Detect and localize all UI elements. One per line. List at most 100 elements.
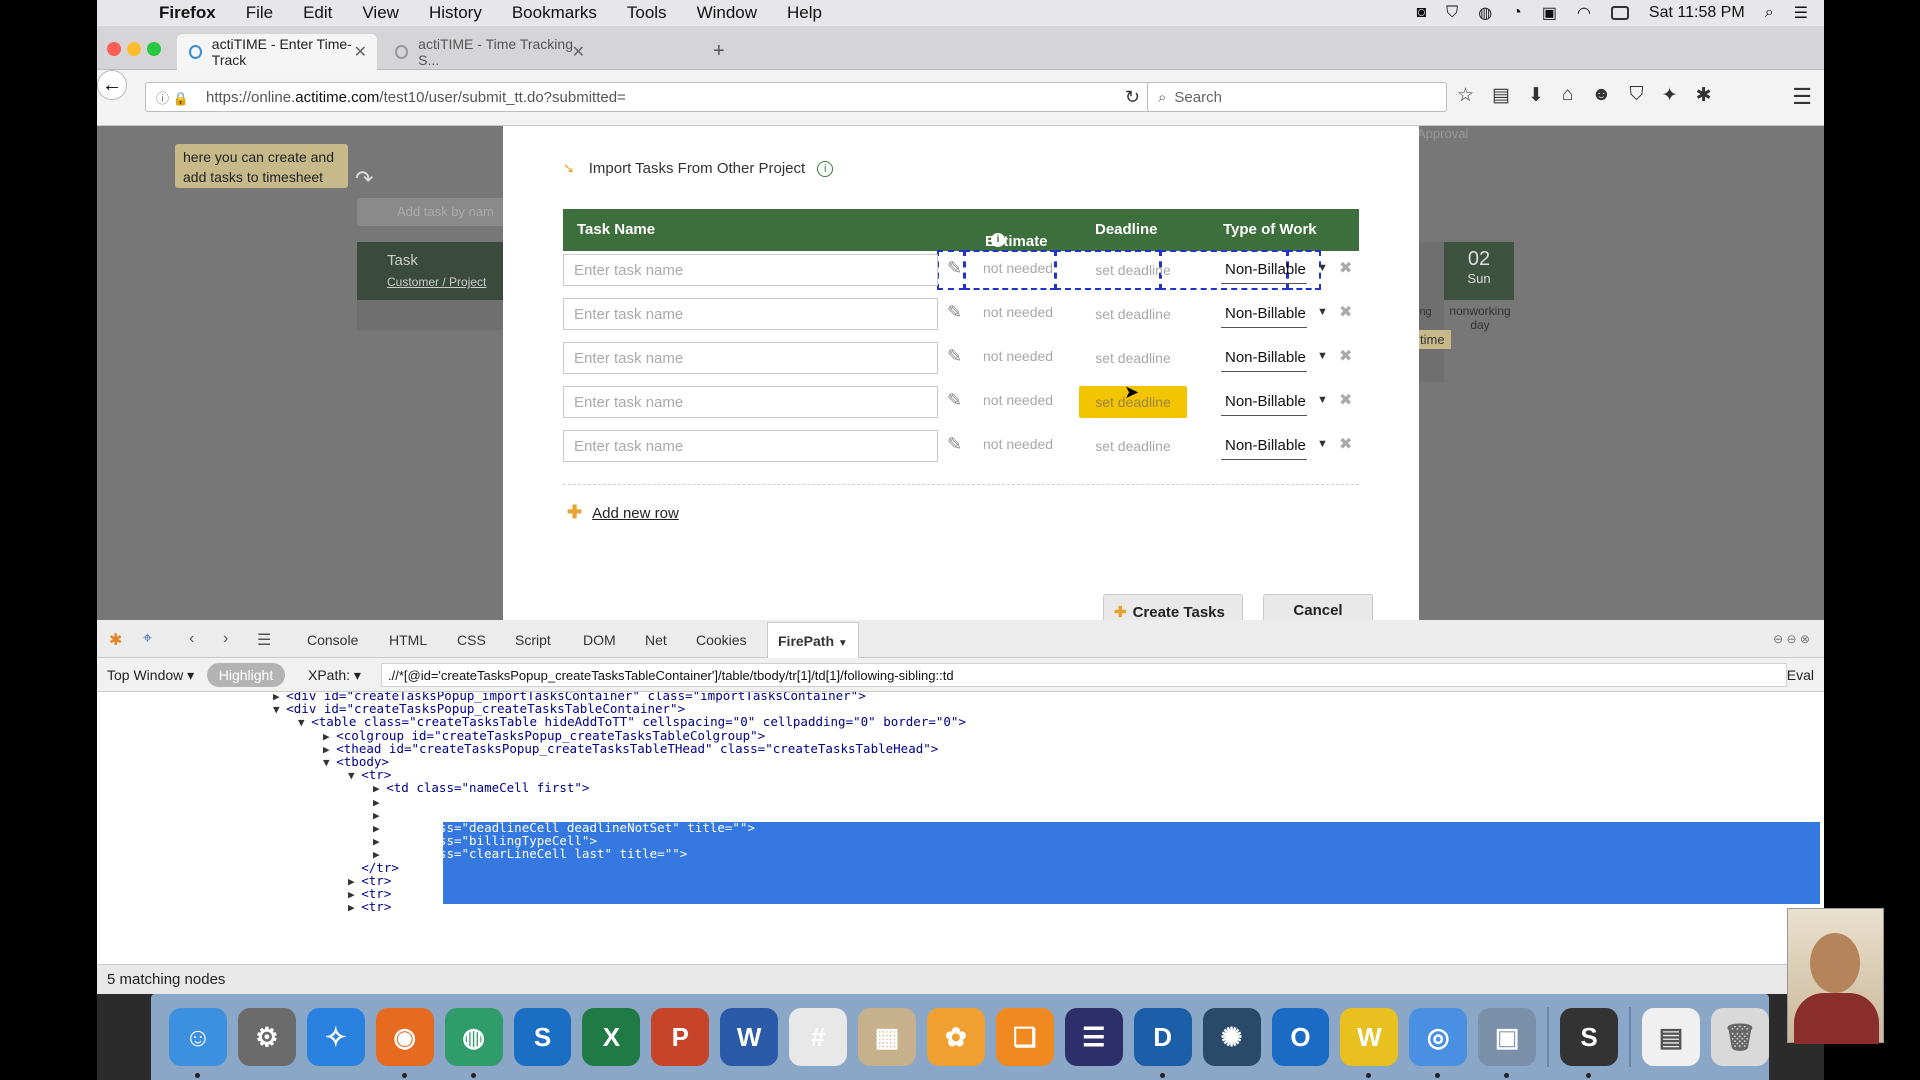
tab-console[interactable]: Console — [307, 632, 358, 648]
chevron-down-icon[interactable]: ▼ — [1317, 394, 1328, 406]
downloads-stack-icon[interactable]: ▤ — [1642, 1008, 1700, 1066]
safari-icon[interactable]: ✧ — [306, 1008, 365, 1066]
edit-description-icon[interactable]: ✎ — [947, 434, 967, 456]
tab-acti-time-tracking[interactable]: actiTIME - Time Tracking S... ✕ — [383, 34, 595, 70]
dell-defender-icon[interactable]: D — [1133, 1008, 1192, 1078]
bookmark-star-icon[interactable]: ☆ — [1457, 84, 1474, 107]
import-tasks-link[interactable]: Import Tasks From Other Project — [589, 160, 805, 177]
close-tab-icon[interactable]: ✕ — [572, 42, 585, 62]
firebug-icon[interactable]: ✱ — [109, 630, 122, 650]
preview-icon[interactable]: ▦ — [858, 1008, 916, 1066]
ibooks-icon[interactable]: ❏ — [995, 1008, 1054, 1066]
deadline-button[interactable]: set deadline — [1079, 430, 1187, 462]
menu-edit[interactable]: Edit — [288, 3, 347, 23]
edit-description-icon[interactable]: ✎ — [947, 258, 967, 280]
search-input[interactable]: ⌕ Search — [1147, 82, 1447, 112]
back-button[interactable]: ← — [97, 70, 127, 100]
shield-icon[interactable]: ⛉ — [1446, 4, 1458, 22]
edit-description-icon[interactable]: ✎ — [947, 302, 967, 324]
menu-file[interactable]: File — [231, 3, 288, 23]
edit-description-icon[interactable]: ✎ — [947, 390, 967, 412]
download-icon[interactable]: ⬇ — [1528, 84, 1544, 107]
menubar-clock[interactable]: Sat 11:58 PM — [1649, 4, 1745, 22]
powerpoint-icon[interactable]: P — [651, 1008, 710, 1066]
home-icon[interactable]: ⌂ — [1562, 84, 1573, 107]
inspect-icon[interactable]: ⌖ — [143, 630, 152, 648]
skype-for-business-icon[interactable]: S — [513, 1008, 572, 1066]
slack-icon[interactable]: # — [789, 1008, 848, 1066]
estimate-value[interactable]: not needed — [983, 304, 1053, 320]
estimate-value[interactable]: not needed — [983, 392, 1053, 408]
dom-tree-node[interactable]: ▶ <thead id="createTasksPopup_createTask… — [323, 741, 938, 757]
menu-history[interactable]: History — [414, 3, 497, 23]
dom-tree-node[interactable]: ▶ <tr> — [348, 899, 391, 915]
firebug-window-buttons[interactable]: ⊖ ⊖ ⊗ — [1773, 632, 1810, 646]
clear-row-icon[interactable]: ✖ — [1339, 390, 1352, 410]
menu-tools[interactable]: Tools — [612, 3, 682, 23]
deadline-button[interactable]: set deadline — [1079, 342, 1187, 374]
tab-cookies[interactable]: Cookies — [696, 632, 747, 648]
task-name-input[interactable]: Enter task name — [563, 342, 938, 374]
top-window-select[interactable]: Top Window ▾ — [107, 667, 194, 684]
estimate-value[interactable]: not needed — [983, 436, 1053, 452]
clear-row-icon[interactable]: ✖ — [1339, 434, 1352, 454]
time-machine-icon[interactable]: ◔ — [1512, 4, 1522, 22]
highlight-toggle[interactable]: Highlight — [207, 663, 285, 687]
close-window-button[interactable] — [107, 42, 121, 56]
type-of-work-select[interactable]: Non-Billable — [1221, 390, 1307, 416]
deadline-button[interactable]: set deadline — [1079, 254, 1187, 286]
sublime-icon[interactable]: S — [1560, 1008, 1619, 1078]
spotlight-icon[interactable]: ⌕ — [1765, 4, 1774, 22]
type-of-work-select[interactable]: Non-Billable — [1221, 258, 1307, 284]
url-bar[interactable]: ⓘ 🔒 https://online. actitime.com/test10/u… — [145, 82, 1151, 112]
image-capture-icon[interactable]: ▣ — [1478, 1008, 1537, 1078]
expanded-twisty-icon[interactable]: ▼ — [348, 769, 361, 782]
chevron-down-icon[interactable]: ▼ — [1317, 262, 1328, 274]
system-preferences-icon[interactable]: ⚙ — [237, 1008, 296, 1066]
task-name-input[interactable]: Enter task name — [563, 430, 938, 462]
network-app-icon[interactable]: ◍ — [444, 1008, 503, 1078]
tab-css[interactable]: CSS — [457, 632, 486, 648]
tab-acti-enter-time[interactable]: actiTIME - Enter Time-Track ✕ — [177, 34, 377, 70]
menu-app-firefox[interactable]: Firefox — [147, 3, 231, 23]
camera-icon[interactable]: ◙ — [1417, 4, 1427, 22]
menu-icon[interactable]: ☰ — [1792, 84, 1812, 110]
edit-description-icon[interactable]: ✎ — [947, 346, 967, 368]
menu-bookmarks[interactable]: Bookmarks — [497, 3, 612, 23]
reload-icon[interactable]: ↻ — [1125, 87, 1140, 108]
battery-icon[interactable] — [1610, 6, 1629, 20]
zoom-window-button[interactable] — [147, 42, 161, 56]
estimate-info-icon[interactable]: i — [991, 233, 1005, 247]
cancel-button[interactable]: Cancel — [1263, 594, 1373, 620]
task-name-input[interactable]: Enter task name — [563, 254, 938, 286]
deadline-button[interactable]: set deadline — [1079, 298, 1187, 330]
forward-icon[interactable]: › — [223, 630, 228, 648]
pocket-icon[interactable]: ⛉ — [1629, 84, 1643, 107]
task-name-input[interactable]: Enter task name — [563, 386, 938, 418]
firebug-icon[interactable]: ✱ — [1696, 84, 1712, 107]
minimize-window-button[interactable] — [127, 42, 141, 56]
command-line-icon[interactable]: ☰ — [257, 630, 271, 650]
tab-net[interactable]: Net — [645, 632, 667, 648]
firefox-icon[interactable]: ◉ — [375, 1008, 434, 1078]
word-icon[interactable]: W — [720, 1008, 779, 1066]
finder-icon[interactable]: ☺ — [169, 1008, 227, 1078]
tab-html[interactable]: HTML — [389, 632, 427, 648]
lock-icon[interactable]: ▣ — [1542, 3, 1557, 23]
estimate-value[interactable]: not needed — [983, 260, 1053, 276]
tab-script[interactable]: Script — [515, 632, 551, 648]
new-tab-button[interactable]: + — [713, 40, 725, 63]
xpath-input[interactable]: .//*[@id='createTasksPopup_createTasksTa… — [381, 663, 1787, 687]
clear-row-icon[interactable]: ✖ — [1339, 346, 1352, 366]
chevron-down-icon[interactable]: ▼ — [1317, 438, 1328, 450]
tab-firepath[interactable]: FirePath ▼ — [767, 622, 859, 658]
type-of-work-select[interactable]: Non-Billable — [1221, 346, 1307, 372]
photos-icon[interactable]: ✿ — [926, 1008, 985, 1066]
sourcetree-icon[interactable]: ✺ — [1202, 1008, 1261, 1066]
xpath-type-select[interactable]: XPath: ▾ — [308, 667, 361, 684]
back-icon[interactable]: ‹ — [189, 630, 194, 648]
chevron-down-icon[interactable]: ▼ — [1317, 306, 1328, 318]
menu-help[interactable]: Help — [772, 3, 837, 23]
globe-icon[interactable]: ◍ — [1478, 3, 1492, 23]
type-of-work-select[interactable]: Non-Billable — [1221, 434, 1307, 460]
